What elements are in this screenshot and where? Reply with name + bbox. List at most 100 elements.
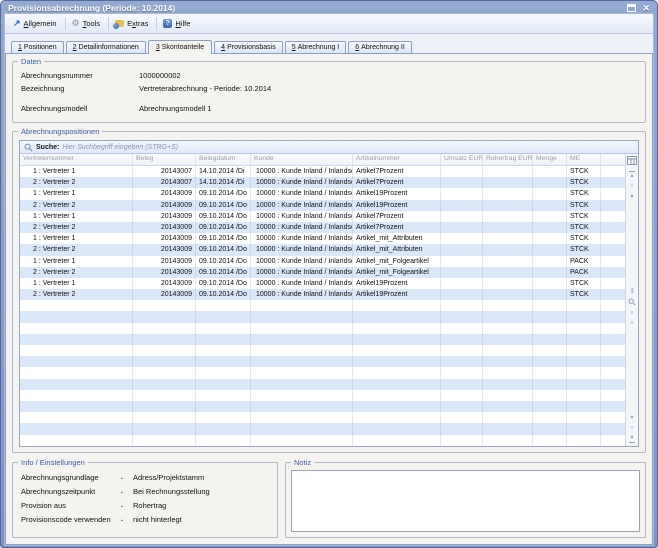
table-row[interactable]: [20, 379, 625, 390]
cell-filler: [601, 435, 625, 446]
column-chooser-icon[interactable]: [627, 156, 637, 165]
cell-rohertrag: [483, 390, 533, 401]
table-row[interactable]: 2 : Vertreter 2 20143009 09.10.2014 /Do …: [20, 267, 625, 278]
table-row[interactable]: 2 : Vertreter 2 20143007 14.10.2014 /Di …: [20, 177, 625, 188]
cell-umsatz: [441, 423, 483, 434]
tab-label: Abrechnung II: [361, 44, 405, 51]
cell-me: STCK: [567, 244, 601, 255]
sort-icon[interactable]: ≡: [630, 320, 633, 326]
cell-artikelnummer: Artikel19Prozent: [353, 188, 441, 199]
column-header[interactable]: Beleg: [133, 154, 196, 165]
tools-button[interactable]: ⚙ Tools: [67, 17, 108, 30]
cell-beleg: 20143009: [133, 267, 196, 278]
cell-menge: [533, 423, 567, 434]
cell-beleg: 20143009: [133, 233, 196, 244]
list-view-icon[interactable]: ≡: [630, 310, 633, 316]
table-row[interactable]: [20, 401, 625, 412]
hilfe-button[interactable]: ? Hilfe: [158, 17, 197, 30]
grid-search-icon[interactable]: [628, 298, 636, 306]
cell-me: [567, 356, 601, 367]
cell-kunde: 10000 : Kunde Inland / Inlandsort: [251, 278, 353, 289]
tab[interactable]: 6Abrechnung II: [348, 41, 412, 53]
cell-rohertrag: [483, 311, 533, 322]
tab[interactable]: 2Detailinformationen: [66, 41, 146, 53]
column-header[interactable]: Belegdatum: [196, 154, 251, 165]
tab-label: Positionen: [24, 44, 57, 51]
info-row: Provisionscode verwenden ▪ nicht hinterl…: [21, 515, 269, 524]
search-icon: [24, 143, 33, 152]
allgemein-button[interactable]: ↗ Allgemein: [8, 17, 64, 30]
column-header[interactable]: Kunde: [251, 154, 353, 165]
table-row[interactable]: 1 : Vertreter 1 20143009 09.10.2014 /Do …: [20, 211, 625, 222]
cell-artikelnummer: [353, 390, 441, 401]
close-icon[interactable]: ✕: [642, 4, 650, 12]
cell-vertreternummer: [20, 390, 133, 401]
cell-beleg: 20143007: [133, 177, 196, 188]
cell-vertreternummer: 2 : Vertreter 2: [20, 222, 133, 233]
table-row[interactable]: 1 : Vertreter 1 20143007 14.10.2014 /Di …: [20, 166, 625, 177]
column-header[interactable]: ME: [567, 154, 601, 165]
column-header[interactable]: Rohertrag EUR: [483, 154, 533, 165]
table-row[interactable]: 1 : Vertreter 1 20143009 09.10.2014 /Do …: [20, 278, 625, 289]
table-row[interactable]: [20, 367, 625, 378]
table-row[interactable]: [20, 311, 625, 322]
tab[interactable]: 1Positionen: [11, 41, 64, 53]
tab-number: 3: [156, 44, 160, 51]
bullet-icon: ▪: [121, 518, 133, 524]
cell-kunde: 10000 : Kunde Inland / Inlandsort: [251, 200, 353, 211]
table-row[interactable]: 2 : Vertreter 2 20143009 09.10.2014 /Do …: [20, 244, 625, 255]
cell-beleg: 20143009: [133, 289, 196, 300]
bullet-icon: ▪: [121, 490, 133, 496]
cell-filler: [601, 166, 625, 177]
table-row[interactable]: [20, 390, 625, 401]
restore-icon[interactable]: [627, 4, 636, 12]
column-header[interactable]: Artikelnummer: [353, 154, 441, 165]
table-row[interactable]: [20, 435, 625, 446]
cell-me: STCK: [567, 278, 601, 289]
tab[interactable]: 3Skontoanteile: [148, 40, 212, 54]
cell-vertreternummer: 1 : Vertreter 1: [20, 211, 133, 222]
scroll-first-icon[interactable]: ▲: [629, 171, 634, 179]
cell-beleg: [133, 356, 196, 367]
notiz-textarea[interactable]: [291, 470, 640, 532]
cell-beleg: [133, 345, 196, 356]
tab[interactable]: 5Abrechnung I: [285, 41, 347, 53]
table-row[interactable]: [20, 323, 625, 334]
page-down-icon[interactable]: +: [630, 425, 633, 431]
row-up-icon[interactable]: ▲: [629, 193, 634, 199]
table-row[interactable]: [20, 334, 625, 345]
cell-filler: [601, 278, 625, 289]
table-row[interactable]: 2 : Vertreter 2 20143009 09.10.2014 /Do …: [20, 289, 625, 300]
cell-menge: [533, 267, 567, 278]
cell-beleg: [133, 323, 196, 334]
scroll-last-icon[interactable]: ▼: [629, 435, 634, 443]
table-row[interactable]: 2 : Vertreter 2 20143009 09.10.2014 /Do …: [20, 222, 625, 233]
column-header[interactable]: Menge: [533, 154, 567, 165]
cell-belegdatum: 09.10.2014 /Do: [196, 267, 251, 278]
extras-button[interactable]: Extras: [110, 17, 155, 30]
table-row[interactable]: [20, 412, 625, 423]
abrechnungsnummer-value: 1000000002: [139, 71, 181, 80]
cell-artikelnummer: [353, 401, 441, 412]
row-down-icon[interactable]: ▼: [629, 415, 634, 421]
cell-beleg: [133, 367, 196, 378]
cell-vertreternummer: [20, 423, 133, 434]
search-bar[interactable]: Suche: Hier Suchbegriff eingeben (STRG+S…: [20, 141, 638, 154]
details-view-icon[interactable]: |||: [631, 288, 633, 294]
table-row[interactable]: [20, 345, 625, 356]
table-row[interactable]: 1 : Vertreter 1 20143009 09.10.2014 /Do …: [20, 256, 625, 267]
tab[interactable]: 4Provisionsbasis: [214, 41, 283, 53]
column-header[interactable]: Vertreternummer: [20, 154, 133, 165]
table-row[interactable]: [20, 423, 625, 434]
table-row[interactable]: 1 : Vertreter 1 20143009 09.10.2014 /Do …: [20, 188, 625, 199]
table-row[interactable]: [20, 300, 625, 311]
notiz-legend: Notiz: [291, 458, 314, 467]
table-row[interactable]: 2 : Vertreter 2 20143009 09.10.2014 /Do …: [20, 200, 625, 211]
tabstrip: 1Positionen 2Detailinformationen 3Skonto…: [5, 34, 653, 53]
page-up-icon[interactable]: +: [630, 183, 633, 189]
column-header[interactable]: Umsatz EUR: [441, 154, 483, 165]
table-row[interactable]: 1 : Vertreter 1 20143009 09.10.2014 /Do …: [20, 233, 625, 244]
cell-belegdatum: 09.10.2014 /Do: [196, 211, 251, 222]
info-label: Abrechnungszeitpunkt: [21, 487, 121, 496]
table-row[interactable]: [20, 356, 625, 367]
